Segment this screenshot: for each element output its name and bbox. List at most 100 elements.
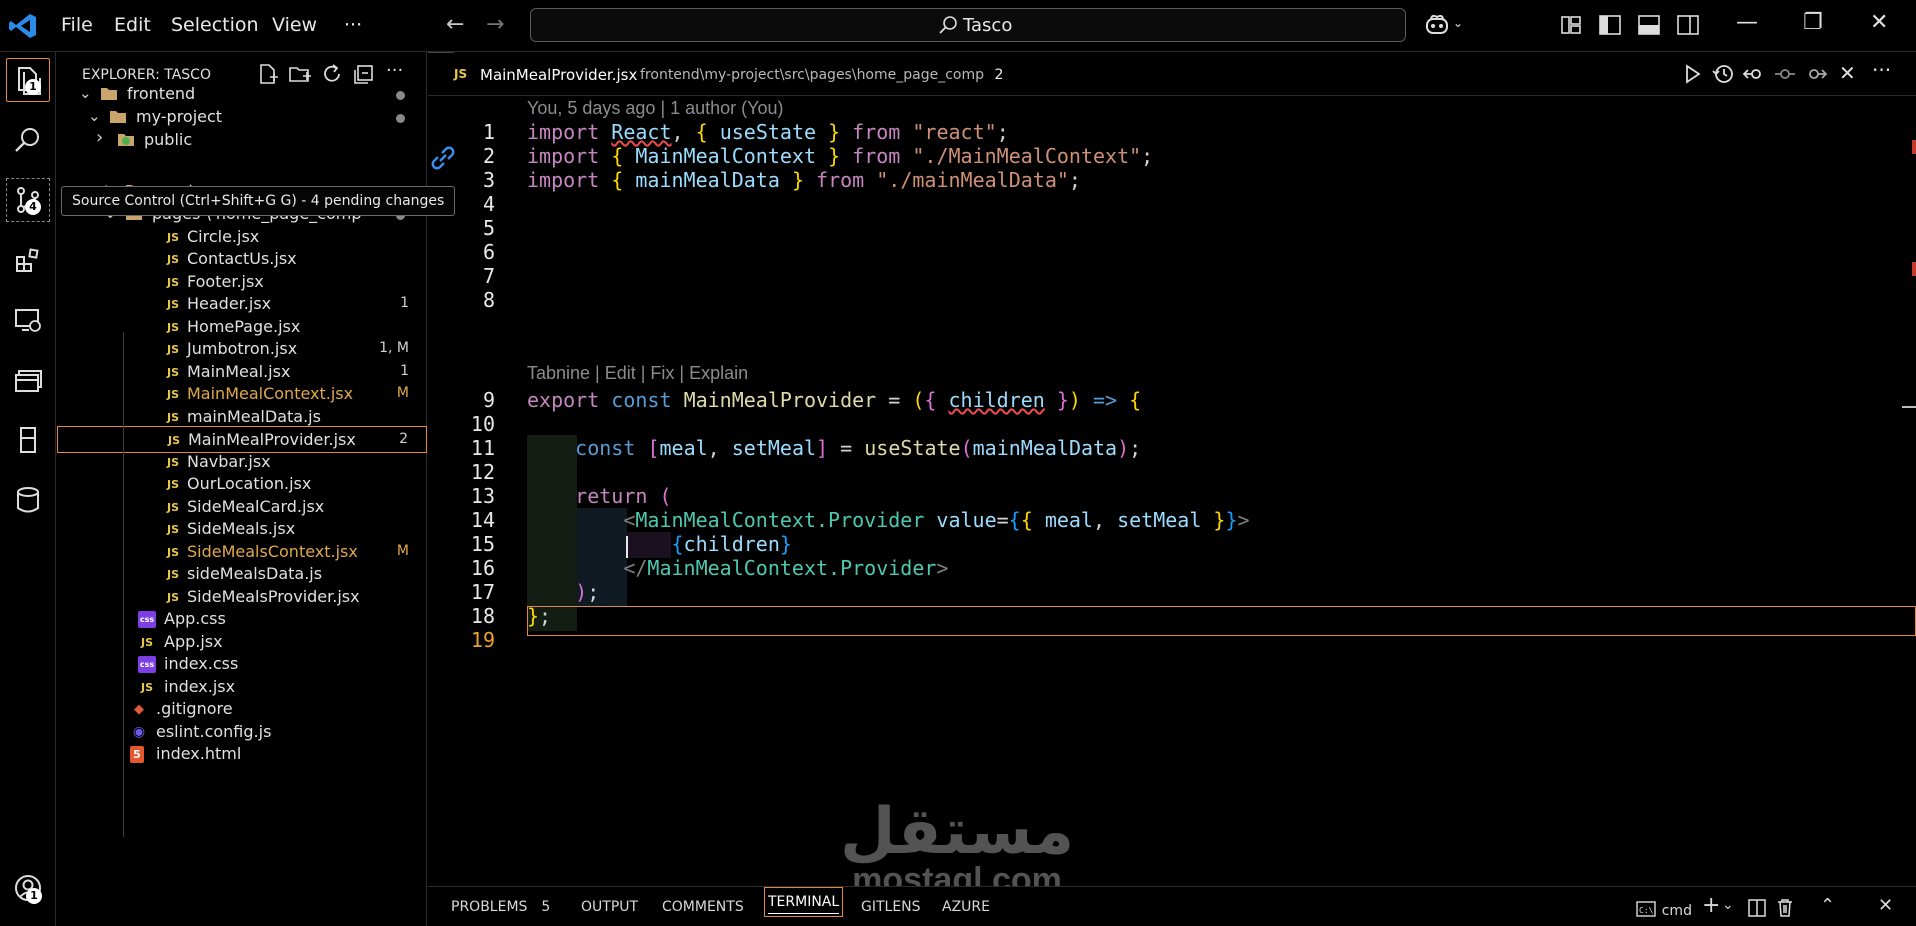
error-marker <box>1912 262 1916 276</box>
tree-item-label: Footer.jsx <box>187 272 264 291</box>
forward-arrow-icon[interactable]: → <box>486 12 504 37</box>
file-status-badge: M <box>396 543 409 559</box>
chevron-down-icon[interactable]: ⌄ <box>88 107 101 125</box>
folder-icon <box>109 109 127 126</box>
tabnine-codelens[interactable]: Tabnine | Edit | Fix | Explain <box>527 363 748 384</box>
tree-item-label: index.html <box>156 744 242 763</box>
split-terminal-icon[interactable] <box>1748 899 1766 917</box>
source-control-activity[interactable]: 4 <box>6 178 50 222</box>
menu-view[interactable]: View <box>272 14 317 36</box>
restore-window-icon[interactable]: ❐ <box>1803 10 1823 35</box>
tab-path-text: frontend\my-project\src\pages\home_page_… <box>640 67 985 83</box>
next-change-icon[interactable] <box>1804 62 1828 86</box>
cursor-marker <box>1902 406 1916 408</box>
eslint-file-icon: ◉ <box>132 724 146 740</box>
tab-problem-count: 2 <box>994 67 1004 83</box>
tree-item-label: sideMealsData.js <box>187 564 323 583</box>
tree-file[interactable]: 5 index.html <box>57 741 427 768</box>
git-file-icon: ◆ <box>134 702 144 717</box>
editor-tab-mainmealprovider[interactable]: JS MainMealProvider.jsx frontend\my-proj… <box>428 52 1003 96</box>
tab-azure[interactable]: AZURE <box>942 899 990 915</box>
copilot-icon[interactable] <box>1424 12 1450 38</box>
tree-item-label: my-project <box>136 107 223 126</box>
extensions-activity[interactable] <box>6 238 50 282</box>
explorer-badge: 1 <box>25 79 41 95</box>
previous-change-icon[interactable] <box>1742 62 1766 86</box>
new-terminal-icon[interactable]: + <box>1702 893 1720 918</box>
explorer-sidebar: EXPLORER: TASCO ··· ⌄ frontend ⌄ my-project… <box>57 52 427 926</box>
tab-gitlens[interactable]: GITLENS <box>861 899 921 915</box>
remote-explorer-activity[interactable] <box>6 298 50 342</box>
chevron-right-icon[interactable]: › <box>96 127 103 148</box>
tree-item-label: public <box>144 130 193 149</box>
js-file-icon: JS <box>166 546 179 559</box>
tab-comments[interactable]: COMMENTS <box>662 899 744 915</box>
tab-problems-label: PROBLEMS <box>451 899 528 915</box>
copilot-dropdown-icon[interactable]: ⌄ <box>1453 16 1463 30</box>
code-editor[interactable]: You, 5 days ago | 1 author (You) Tabnine… <box>428 96 1916 886</box>
vscode-logo-icon <box>9 14 36 38</box>
chevron-down-icon[interactable]: ⌄ <box>79 84 92 102</box>
tab-terminal[interactable]: TERMINAL <box>764 887 844 917</box>
tree-item-label: Circle.jsx <box>187 227 260 246</box>
back-arrow-icon[interactable]: ← <box>446 12 464 37</box>
tree-item-label: frontend <box>127 84 196 103</box>
editor-more-actions-icon[interactable]: ··· <box>1872 58 1896 82</box>
containers-icon <box>15 370 42 392</box>
modified-dot-icon <box>396 114 405 123</box>
js-file-icon: JS <box>166 388 179 401</box>
terminal-selector[interactable]: C:\ cmd <box>1636 899 1692 920</box>
explorer-activity[interactable]: 1 <box>6 58 50 102</box>
database-activity[interactable] <box>6 478 50 522</box>
tree-item-label: MainMealContext.jsx <box>187 384 354 403</box>
toggle-panel-icon[interactable] <box>1636 12 1662 38</box>
device-activity[interactable] <box>6 418 50 462</box>
js-file-icon: JS <box>454 67 468 81</box>
activity-bar: 1 4 1 <box>0 52 56 926</box>
source-control-badge: 4 <box>25 199 41 215</box>
js-file-icon: JS <box>166 231 179 244</box>
command-center-text: Tasco <box>963 15 1013 36</box>
toggle-primary-sidebar-icon[interactable] <box>1597 12 1623 38</box>
minimize-window-icon[interactable]: — <box>1736 10 1758 35</box>
js-file-icon: JS <box>166 523 179 536</box>
customize-layout-icon[interactable] <box>1558 12 1584 38</box>
close-panel-icon[interactable]: ✕ <box>1878 895 1893 916</box>
remote-explorer-icon <box>15 309 41 332</box>
js-file-icon: JS <box>166 298 179 311</box>
tree-item-label: ContactUs.jsx <box>187 249 297 268</box>
tree-item-label: eslint.config.js <box>156 722 272 741</box>
menu-edit[interactable]: Edit <box>114 14 151 36</box>
js-file-icon: JS <box>166 343 179 356</box>
menu-more[interactable]: ··· <box>344 14 362 36</box>
command-center-search[interactable]: Tasco <box>530 8 1406 42</box>
run-icon[interactable] <box>1680 62 1704 86</box>
tree-item-label: HomePage.jsx <box>187 317 301 336</box>
tree-item-label: Navbar.jsx <box>187 452 271 471</box>
terminal-dropdown-icon[interactable]: ⌄ <box>1722 897 1734 913</box>
containers-activity[interactable] <box>6 358 50 402</box>
close-window-icon[interactable]: ✕ <box>1870 10 1888 35</box>
tab-problems[interactable]: PROBLEMS 5 <box>451 899 550 915</box>
menu-selection[interactable]: Selection <box>171 14 259 36</box>
search-activity[interactable] <box>6 118 50 162</box>
timeline-history-icon[interactable] <box>1711 62 1735 86</box>
editor-tab-bar: JS MainMealProvider.jsx frontend\my-proj… <box>428 52 1916 96</box>
css-file-icon: css <box>138 656 156 673</box>
accounts-activity[interactable]: 1 <box>6 866 50 910</box>
tree-folder[interactable]: › public <box>57 127 427 154</box>
tab-file-path: frontend\my-project\src\pages\home_page_… <box>640 67 1003 83</box>
commit-icon[interactable] <box>1773 62 1797 86</box>
tab-output[interactable]: OUTPUT <box>581 899 638 915</box>
code-line: 19 <box>428 624 1916 654</box>
menu-file[interactable]: File <box>61 14 93 36</box>
toggle-secondary-sidebar-icon[interactable] <box>1675 12 1701 38</box>
js-file-icon: JS <box>166 366 179 379</box>
close-tab-icon[interactable]: ✕ <box>1839 61 1863 85</box>
tree-item-label: SideMealsProvider.jsx <box>187 587 360 606</box>
maximize-panel-icon[interactable]: ⌃ <box>1820 895 1835 916</box>
code-line: 8 <box>428 284 1916 314</box>
trash-icon[interactable] <box>1776 898 1794 918</box>
title-bar: File Edit Selection View ··· ← → Tasco ⌄… <box>0 0 1916 52</box>
tree-item-label: Jumbotron.jsx <box>187 339 298 358</box>
